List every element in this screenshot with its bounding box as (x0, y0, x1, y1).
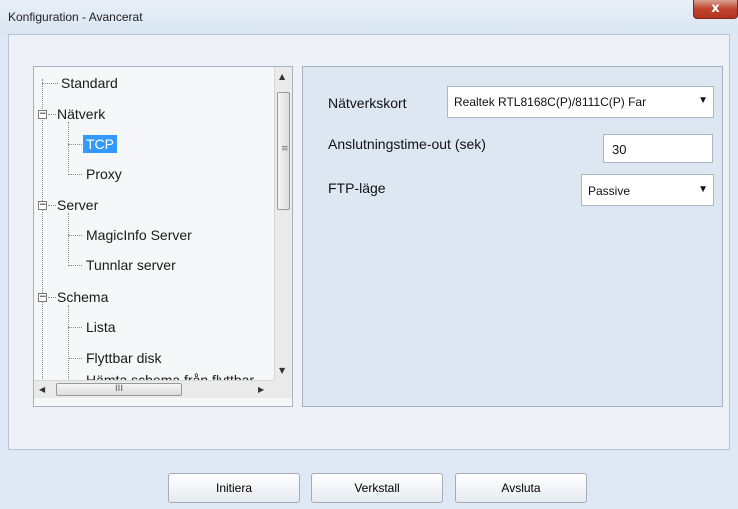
grip-icon: ≡ (281, 144, 289, 154)
tree-connector (42, 79, 43, 379)
tree-item-hamta-schema[interactable]: Hämta schema från flyttbar (86, 372, 254, 380)
tree-connector (48, 297, 56, 298)
window-title: Konfiguration - Avancerat (8, 10, 143, 24)
tree-item-flyttbar-disk[interactable]: Flyttbar disk (86, 350, 161, 366)
dropdown-arrow-icon: ▼ (698, 95, 708, 106)
tree-connector (48, 114, 56, 115)
scroll-down-icon[interactable]: ▼ (279, 366, 285, 375)
grip-icon: III (115, 384, 123, 394)
tree-connector (68, 327, 82, 328)
navigation-tree-panel: Standard − Nätverk TCP Proxy − Server Ma… (33, 66, 293, 407)
network-card-select[interactable]: Realtek RTL8168C(P)/8111C(P) Far ▼ (447, 86, 714, 118)
tree-connector (68, 174, 82, 175)
tree-item-proxy[interactable]: Proxy (86, 166, 122, 182)
timeout-label: Anslutningstime-out (sek) (328, 136, 486, 152)
collapse-icon[interactable]: − (38, 110, 47, 119)
tree-item-natverk[interactable]: Nätverk (57, 106, 105, 122)
tree-connector (68, 213, 69, 263)
tree-item-lista[interactable]: Lista (86, 319, 116, 335)
settings-panel: Nätverkskort Realtek RTL8168C(P)/8111C(P… (302, 66, 723, 407)
tree-item-tcp[interactable]: TCP (83, 135, 117, 153)
apply-button[interactable]: Verkstall (311, 473, 443, 503)
tree-item-magicinfo-server[interactable]: MagicInfo Server (86, 227, 192, 243)
tree-connector (42, 83, 58, 84)
tree-item-schema[interactable]: Schema (57, 289, 108, 305)
tree-connector (68, 122, 69, 172)
scroll-left-icon[interactable]: ◀ (39, 385, 45, 394)
tree-connector (68, 265, 82, 266)
title-bar: Konfiguration - Avancerat x (0, 0, 738, 34)
tree-item-server[interactable]: Server (57, 197, 98, 213)
dropdown-arrow-icon: ▼ (698, 184, 708, 195)
timeout-input[interactable]: 30 (603, 134, 713, 163)
tree-connector (68, 144, 82, 145)
ftp-mode-select[interactable]: Passive ▼ (581, 174, 714, 206)
initiate-button[interactable]: Initiera (168, 473, 300, 503)
collapse-icon[interactable]: − (38, 201, 47, 210)
network-card-label: Nätverkskort (328, 95, 407, 111)
tree-connector (68, 305, 69, 380)
navigation-tree[interactable]: Standard − Nätverk TCP Proxy − Server Ma… (34, 67, 274, 380)
tree-horizontal-scrollbar[interactable]: ◀ III ▶ (34, 380, 274, 398)
tree-vertical-scrollbar[interactable]: ▲ ≡ ▼ (274, 67, 292, 380)
scroll-up-icon[interactable]: ▲ (279, 72, 285, 81)
scroll-right-icon[interactable]: ▶ (258, 385, 264, 394)
ftp-mode-value: Passive (588, 184, 631, 198)
tree-item-tunnlar-server[interactable]: Tunnlar server (86, 257, 176, 273)
network-card-value: Realtek RTL8168C(P)/8111C(P) Far (454, 95, 647, 109)
scrollbar-corner (274, 380, 292, 398)
tree-connector (68, 358, 82, 359)
tree-connector (48, 205, 56, 206)
horizontal-scroll-thumb[interactable]: III (56, 383, 182, 396)
tree-connector (68, 235, 82, 236)
collapse-icon[interactable]: − (38, 293, 47, 302)
ftp-mode-label: FTP-läge (328, 180, 386, 196)
exit-button[interactable]: Avsluta (455, 473, 587, 503)
tree-item-standard[interactable]: Standard (61, 75, 118, 91)
close-button[interactable]: x (693, 0, 738, 19)
close-icon: x (711, 1, 720, 16)
timeout-value: 30 (612, 142, 627, 157)
